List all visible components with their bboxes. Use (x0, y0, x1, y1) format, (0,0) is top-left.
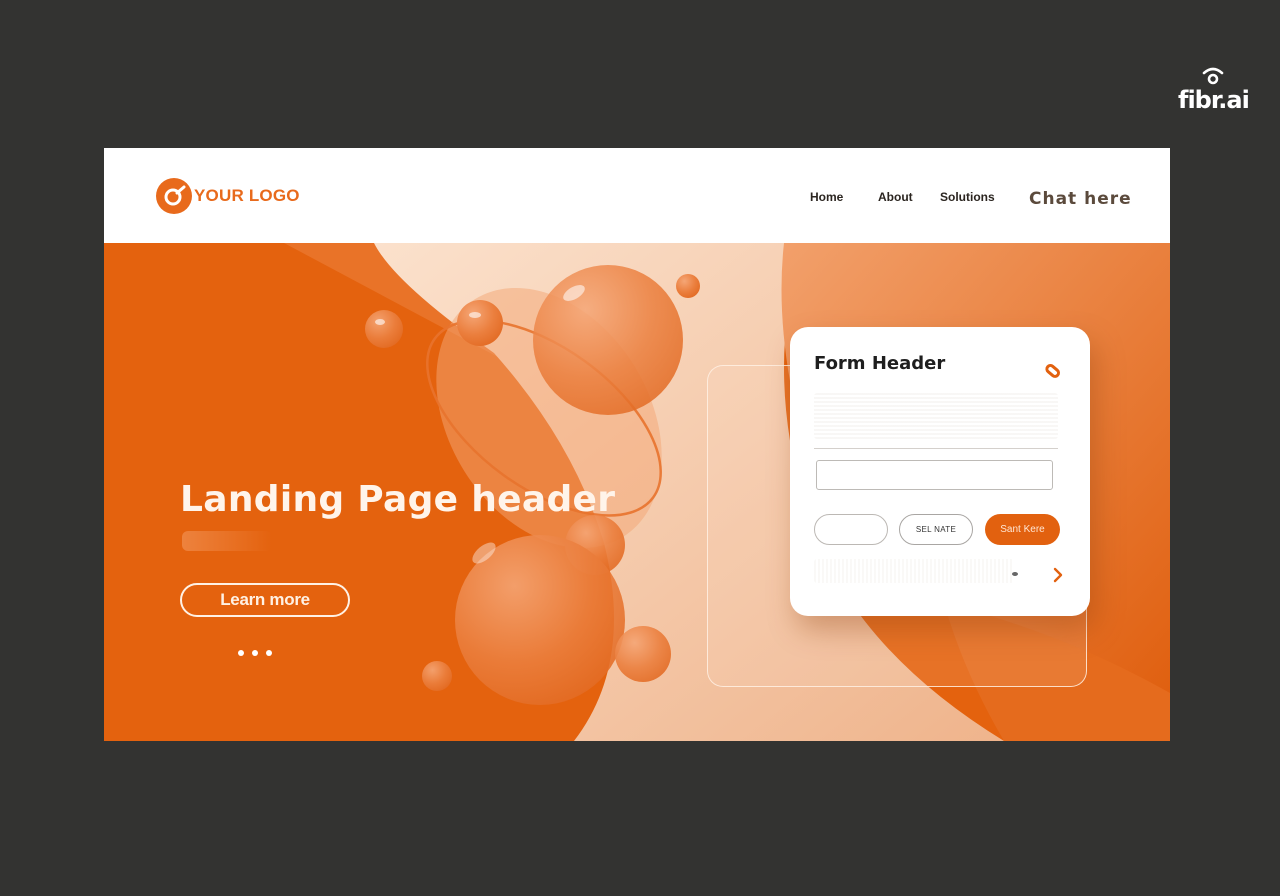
fibr-brand: fibr.ai (1178, 66, 1250, 116)
carousel-dot[interactable] (238, 650, 244, 656)
navbar: YOUR LOGO Home About Solutions Chat here (104, 148, 1170, 243)
nav-about[interactable]: About (878, 190, 913, 204)
nav-solutions[interactable]: Solutions (940, 190, 995, 204)
logo-text: YOUR LOGO (194, 186, 300, 205)
form-card: Form Header SEL NATE Sant Kere (790, 327, 1090, 616)
form-description-placeholder (814, 393, 1058, 439)
form-option-button-1[interactable] (814, 514, 888, 545)
nav-home[interactable]: Home (810, 190, 843, 204)
learn-more-button[interactable]: Learn more (180, 583, 350, 617)
bubble (422, 661, 452, 691)
form-footer-dot (1012, 572, 1018, 576)
bubble (615, 626, 671, 682)
form-submit-button[interactable]: Sant Kere (985, 514, 1060, 545)
form-text-input[interactable] (816, 460, 1053, 490)
bubble (457, 300, 503, 346)
form-divider (814, 448, 1058, 449)
carousel-dot[interactable] (252, 650, 258, 656)
hero-section: Landing Page header Learn more Form Head… (104, 243, 1170, 741)
logo-ring-icon (156, 178, 192, 214)
carousel-dot[interactable] (266, 650, 272, 656)
brand-name: fibr.ai (1178, 86, 1250, 114)
hero-subtitle-placeholder (182, 531, 272, 551)
bubble (533, 265, 683, 415)
chevron-right-icon[interactable] (1052, 567, 1064, 583)
form-footer-placeholder (814, 559, 1014, 583)
bubble (365, 310, 403, 348)
tag-icon[interactable] (1042, 361, 1062, 381)
landing-page-mockup: YOUR LOGO Home About Solutions Chat here (104, 148, 1170, 741)
hero-title: Landing Page header (180, 479, 616, 520)
bubble (676, 274, 700, 298)
wifi-signal-icon (1202, 67, 1224, 85)
carousel-dots (238, 650, 272, 656)
logo[interactable]: YOUR LOGO (156, 178, 300, 214)
form-title: Form Header (814, 353, 946, 374)
form-option-button-2[interactable]: SEL NATE (899, 514, 973, 545)
chat-here-button[interactable]: Chat here (1029, 189, 1132, 209)
